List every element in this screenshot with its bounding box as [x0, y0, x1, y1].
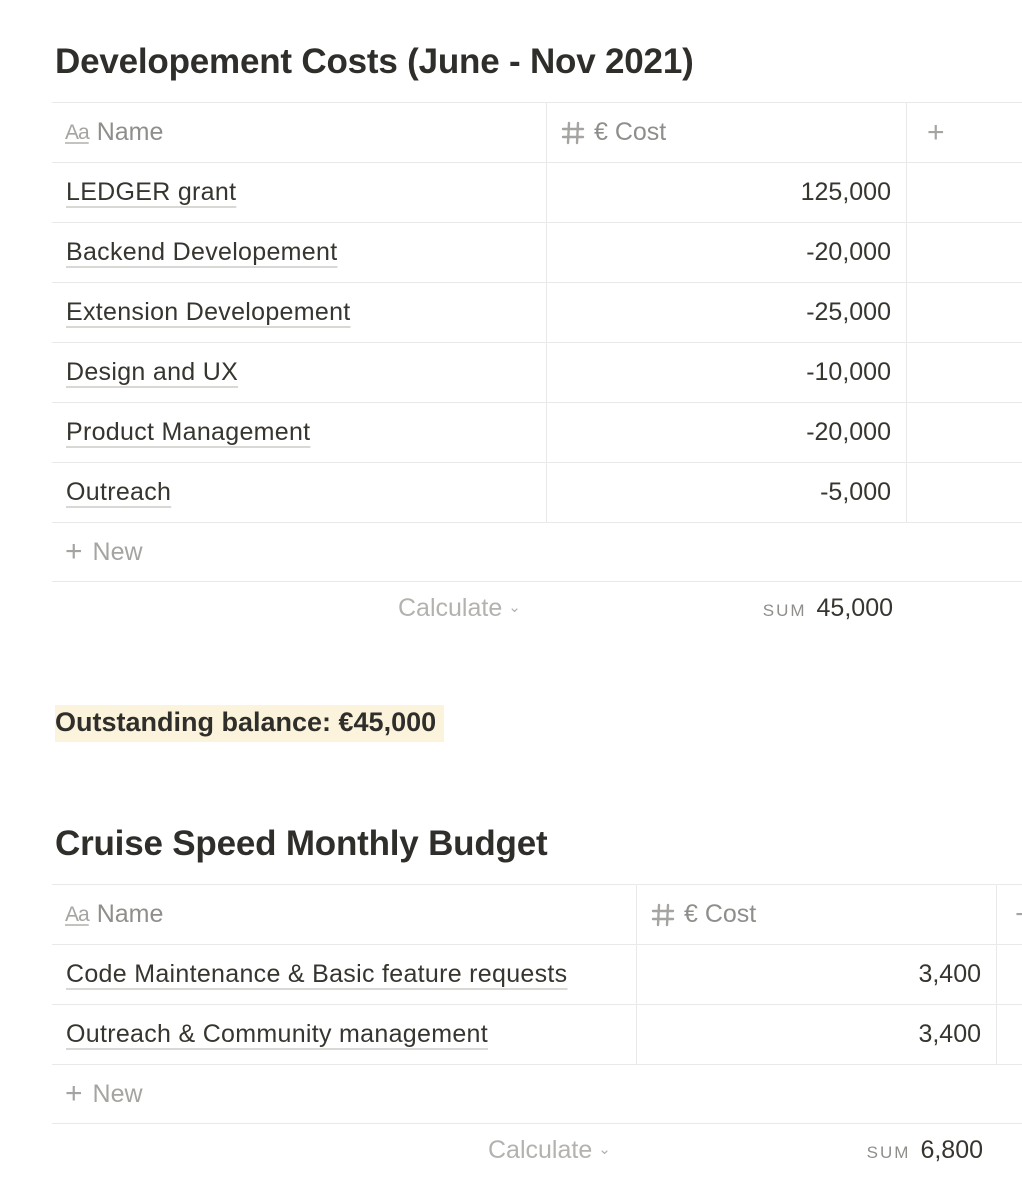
- column-header-cost-label: € Cost: [684, 900, 757, 928]
- row-name[interactable]: Extension Developement: [52, 298, 351, 327]
- new-row-label: New: [92, 1079, 143, 1108]
- calculate-label: Calculate: [488, 1136, 593, 1164]
- name-cell[interactable]: Product Management: [52, 403, 547, 462]
- table-row[interactable]: LEDGER grant 125,000: [52, 163, 1022, 223]
- empty-cell: [907, 463, 1022, 522]
- name-cell[interactable]: Code Maintenance & Basic feature request…: [52, 945, 637, 1004]
- add-column-button[interactable]: +: [907, 103, 1022, 162]
- calculate-button[interactable]: Calculate ⌄: [398, 594, 521, 623]
- name-cell[interactable]: Backend Developement: [52, 223, 547, 282]
- cost-cell[interactable]: -5,000: [547, 463, 907, 522]
- cost-cell[interactable]: -20,000: [547, 403, 907, 462]
- cost-cell[interactable]: -10,000: [547, 343, 907, 402]
- column-header-cost[interactable]: € Cost: [637, 885, 997, 944]
- table-row[interactable]: Outreach -5,000: [52, 463, 1022, 523]
- name-cell[interactable]: Extension Developement: [52, 283, 547, 342]
- chevron-down-icon: ⌄: [598, 1141, 611, 1158]
- calculate-label: Calculate: [398, 594, 503, 622]
- calculation-row: Calculate ⌄ SUM 45,000: [52, 582, 1022, 640]
- outstanding-balance-highlight: Outstanding balance: €45,000: [55, 705, 445, 742]
- table-header-row: Aa Name € Cost +: [52, 884, 1022, 945]
- sum-value: 6,800: [920, 1136, 983, 1164]
- empty-cell: [907, 163, 1022, 222]
- name-cell[interactable]: Outreach: [52, 463, 547, 522]
- text-property-icon: Aa: [65, 902, 90, 926]
- number-property-icon: [560, 120, 586, 146]
- name-cell[interactable]: LEDGER grant: [52, 163, 547, 222]
- cost-cell[interactable]: 3,400: [637, 945, 997, 1004]
- new-row-button[interactable]: + New: [52, 523, 1022, 582]
- empty-cell: [997, 1005, 1022, 1064]
- row-name[interactable]: LEDGER grant: [52, 178, 236, 207]
- column-header-name-label: Name: [96, 118, 164, 146]
- cost-cell[interactable]: -25,000: [547, 283, 907, 342]
- section-title-development-costs: Developement Costs (June - Nov 2021): [55, 42, 694, 81]
- row-name[interactable]: Backend Developement: [52, 238, 337, 267]
- row-name[interactable]: Outreach & Community management: [52, 1020, 488, 1049]
- column-header-name[interactable]: Aa Name: [52, 103, 547, 162]
- row-name[interactable]: Product Management: [52, 418, 310, 447]
- name-cell[interactable]: Outreach & Community management: [52, 1005, 637, 1064]
- sum-display[interactable]: SUM 6,800: [867, 1136, 983, 1165]
- table-row[interactable]: Code Maintenance & Basic feature request…: [52, 945, 1022, 1005]
- sum-label: SUM: [866, 1143, 911, 1162]
- cost-cell[interactable]: -20,000: [547, 223, 907, 282]
- name-cell[interactable]: Design and UX: [52, 343, 547, 402]
- column-header-name[interactable]: Aa Name: [52, 885, 637, 944]
- empty-cell: [907, 403, 1022, 462]
- empty-cell: [907, 223, 1022, 282]
- plus-icon: +: [65, 535, 83, 568]
- add-column-button[interactable]: +: [997, 885, 1022, 944]
- sum-display[interactable]: SUM 45,000: [763, 594, 893, 623]
- sum-value: 45,000: [816, 594, 893, 622]
- cruise-speed-budget-table: Aa Name € Cost + Code Maintenance & Basi…: [52, 884, 1022, 1182]
- plus-icon: +: [65, 1077, 83, 1110]
- column-header-cost[interactable]: € Cost: [547, 103, 907, 162]
- row-name[interactable]: Code Maintenance & Basic feature request…: [52, 960, 567, 989]
- table-header-row: Aa Name € Cost +: [52, 102, 1022, 163]
- number-property-icon: [650, 902, 676, 928]
- table-row[interactable]: Design and UX -10,000: [52, 343, 1022, 403]
- text-property-icon: Aa: [65, 120, 90, 144]
- section-title-cruise-speed-budget: Cruise Speed Monthly Budget: [55, 824, 548, 863]
- cost-cell[interactable]: 3,400: [637, 1005, 997, 1064]
- row-name[interactable]: Design and UX: [52, 358, 238, 387]
- empty-cell: [997, 945, 1022, 1004]
- table-row[interactable]: Product Management -20,000: [52, 403, 1022, 463]
- development-costs-table: Aa Name € Cost + LEDGER grant 125,000 Ba…: [52, 102, 1022, 640]
- calculation-row: Calculate ⌄ SUM 6,800: [52, 1124, 1022, 1182]
- table-row[interactable]: Outreach & Community management 3,400: [52, 1005, 1022, 1065]
- cost-cell[interactable]: 125,000: [547, 163, 907, 222]
- column-header-name-label: Name: [96, 900, 164, 928]
- sum-label: SUM: [762, 601, 807, 620]
- table-row[interactable]: Backend Developement -20,000: [52, 223, 1022, 283]
- column-header-cost-label: € Cost: [594, 118, 667, 146]
- empty-cell: [907, 283, 1022, 342]
- table-row[interactable]: Extension Developement -25,000: [52, 283, 1022, 343]
- plus-icon: +: [927, 115, 945, 149]
- calculate-button[interactable]: Calculate ⌄: [488, 1136, 611, 1165]
- plus-icon: +: [1015, 898, 1022, 932]
- chevron-down-icon: ⌄: [508, 599, 521, 616]
- new-row-label: New: [92, 537, 143, 566]
- empty-cell: [907, 343, 1022, 402]
- row-name[interactable]: Outreach: [52, 478, 171, 507]
- new-row-button[interactable]: + New: [52, 1065, 1022, 1124]
